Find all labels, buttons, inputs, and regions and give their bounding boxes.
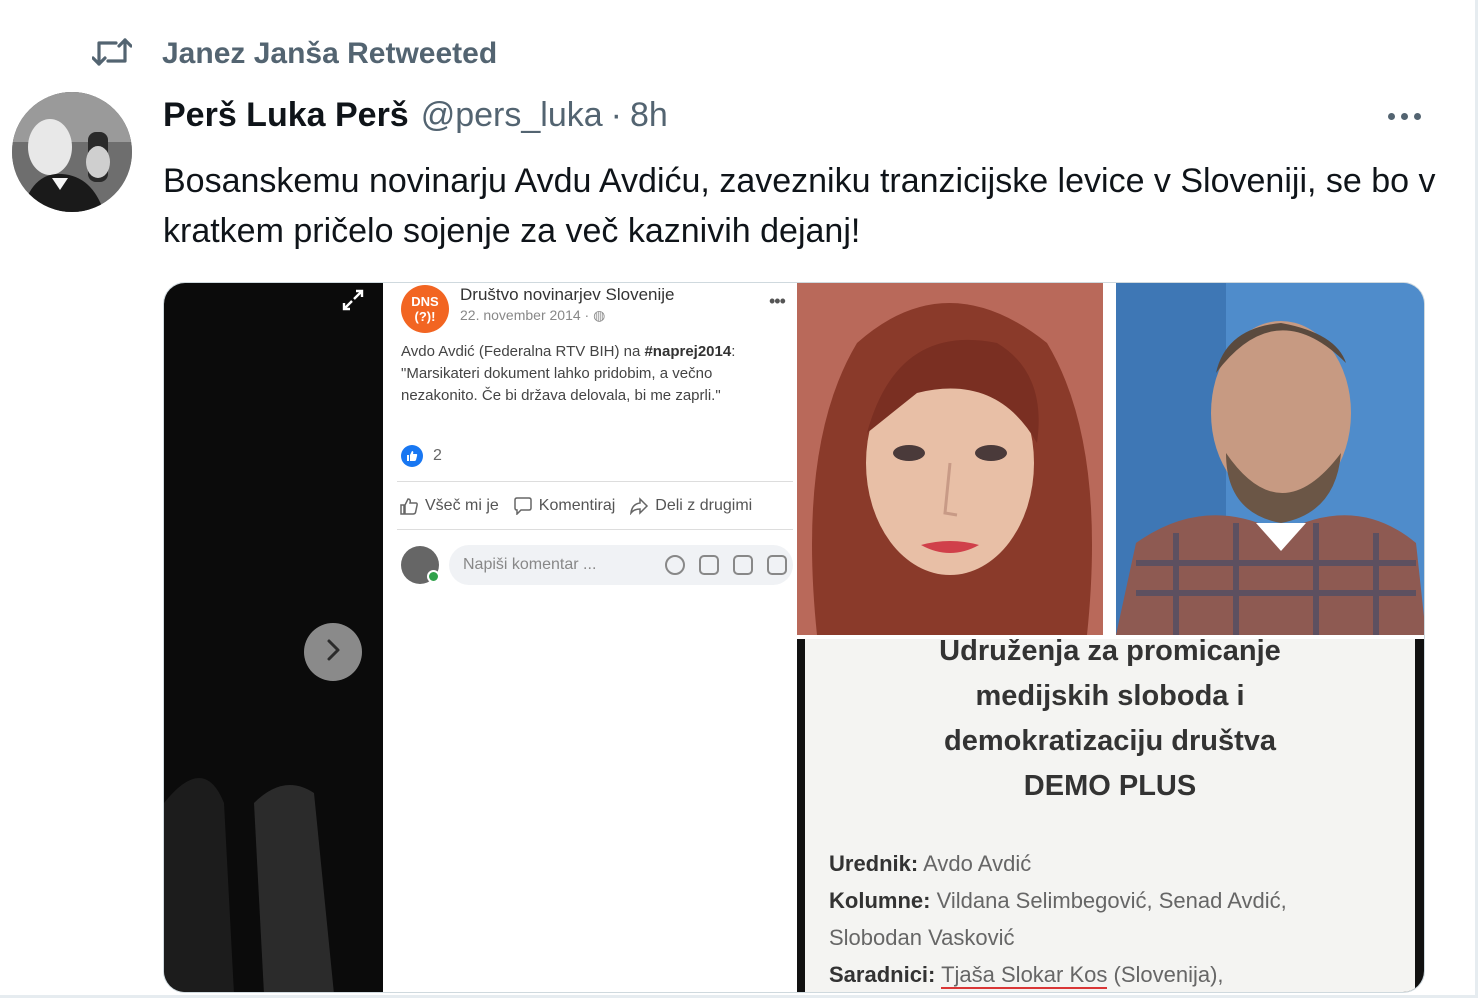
share-icon xyxy=(630,497,649,515)
fb-post-prefix: Avdo Avdić (Federalna RTV BIH) na xyxy=(401,343,645,360)
credit-label: Urednik: xyxy=(829,851,919,876)
document-page: Udruženja za promicanje medijskih slobod… xyxy=(805,639,1415,992)
document-credits: Urednik: Avdo Avdić Kolumne: Vildana Sel… xyxy=(829,845,1287,992)
tweet-text: Bosanskemu novinarju Avdu Avdiću, zavezn… xyxy=(163,162,1436,250)
fb-commenter-avatar xyxy=(401,546,440,584)
credit-label: Kolumne: xyxy=(829,888,931,913)
comment-icon xyxy=(514,497,532,515)
more-dot-icon xyxy=(1400,112,1408,120)
timestamp[interactable]: 8h xyxy=(630,96,668,135)
fb-comment-placeholder: Napiši komentar ... xyxy=(463,556,597,573)
fb-like-count: 2 xyxy=(433,447,442,464)
dns-logo: DNS (?)! xyxy=(401,285,449,333)
fb-post-text: Avdo Avdić (Federalna RTV BIH) na #napre… xyxy=(401,341,793,407)
expand-icon[interactable] xyxy=(340,287,366,313)
more-options-button[interactable] xyxy=(1380,100,1428,132)
sticker-icon xyxy=(767,555,787,575)
retweet-context: Janez Janša Retweeted xyxy=(91,34,497,75)
fb-like-action: Všeč mi je xyxy=(399,497,499,515)
fb-more-icon: ••• xyxy=(769,291,786,311)
thumbs-up-icon xyxy=(401,445,423,467)
fb-like-summary: 2 xyxy=(401,445,442,467)
fb-share-label: Deli z drugimi xyxy=(655,497,753,514)
more-dot-icon xyxy=(1387,112,1395,120)
fb-comment-label: Komentiraj xyxy=(538,497,616,514)
tweet-media[interactable]: DNS (?)! Društvo novinarjev Slovenije 22.… xyxy=(163,282,1425,993)
fb-comment-row: Napiši komentar ... xyxy=(401,545,793,585)
fb-post-date: 22. november 2014 · ◍ xyxy=(460,307,605,324)
gif-icon xyxy=(733,555,753,575)
fb-date-text: 22. november 2014 · xyxy=(460,307,594,323)
separator-dot: · xyxy=(610,96,622,134)
retweet-icon xyxy=(91,34,133,75)
credit-value: Tjaša Slokar Kos xyxy=(941,962,1108,989)
fb-page-name: Društvo novinarjev Slovenije xyxy=(460,285,675,304)
fb-post-suffix: : xyxy=(731,343,736,360)
credit-label: Saradnici: xyxy=(829,962,936,987)
retweet-label[interactable]: Janez Janša Retweeted xyxy=(162,37,497,71)
credit-value: Slobodan Vasković xyxy=(829,925,1015,950)
credit-suffix: (Slovenija), xyxy=(1107,962,1224,987)
credit-row: Saradnici: Tjaša Slokar Kos (Slovenija), xyxy=(829,956,1287,992)
fb-hashtag: #naprej2014 xyxy=(644,343,732,360)
emoji-icon xyxy=(665,555,685,575)
facebook-post-screenshot: DNS (?)! Društvo novinarjev Slovenije 22.… xyxy=(383,283,795,992)
avatar[interactable] xyxy=(12,92,132,212)
photo-woman-portrait[interactable] xyxy=(797,283,1103,635)
doc-heading-line: medijskih sloboda i xyxy=(975,680,1245,712)
fb-action-bar: Všeč mi je Komentiraj Deli z drugimi xyxy=(399,497,799,515)
media-photo-dark[interactable] xyxy=(164,283,383,992)
photo-man-portrait[interactable] xyxy=(1116,283,1424,635)
fb-like-label: Všeč mi je xyxy=(425,497,499,514)
like-icon xyxy=(400,498,418,515)
credit-row: Urednik: Avdo Avdić xyxy=(829,845,1287,882)
fb-divider xyxy=(397,529,793,530)
fb-comment-input: Napiši komentar ... xyxy=(449,545,793,585)
credit-value: Avdo Avdić xyxy=(923,851,1032,876)
doc-heading-line: demokratizaciju društva xyxy=(944,725,1276,757)
credit-value: Vildana Selimbegović, Senad Avdić, xyxy=(936,888,1287,913)
credit-row: Slobodan Vasković xyxy=(829,919,1287,956)
doc-heading-line: Udruženja za promicanje xyxy=(939,639,1281,667)
document-photo[interactable]: Udruženja za promicanje medijskih slobod… xyxy=(797,639,1424,992)
tweet-card[interactable]: Janez Janša Retweeted Perš Luka Perš @pe… xyxy=(0,0,1478,998)
globe-icon: ◍ xyxy=(593,307,606,323)
fb-share-action: Deli z drugimi xyxy=(629,497,752,515)
fb-post-quote: "Marsikateri dokument lahko pridobim, a … xyxy=(401,365,721,404)
fb-comment-action: Komentiraj xyxy=(513,497,615,515)
next-image-button[interactable] xyxy=(304,623,362,681)
user-handle[interactable]: @pers_luka xyxy=(421,96,603,135)
tweet-header: Perš Luka Perš @pers_luka · 8h xyxy=(163,96,668,142)
display-name[interactable]: Perš Luka Perš xyxy=(163,96,409,135)
more-dot-icon xyxy=(1413,112,1421,120)
doc-heading-line: DEMO PLUS xyxy=(1023,770,1197,802)
credit-row: Kolumne: Vildana Selimbegović, Senad Avd… xyxy=(829,882,1287,919)
camera-icon xyxy=(699,555,719,575)
fb-divider xyxy=(397,481,793,482)
document-heading: Udruženja za promicanje medijskih slobod… xyxy=(805,639,1415,809)
chevron-right-icon xyxy=(323,637,343,668)
